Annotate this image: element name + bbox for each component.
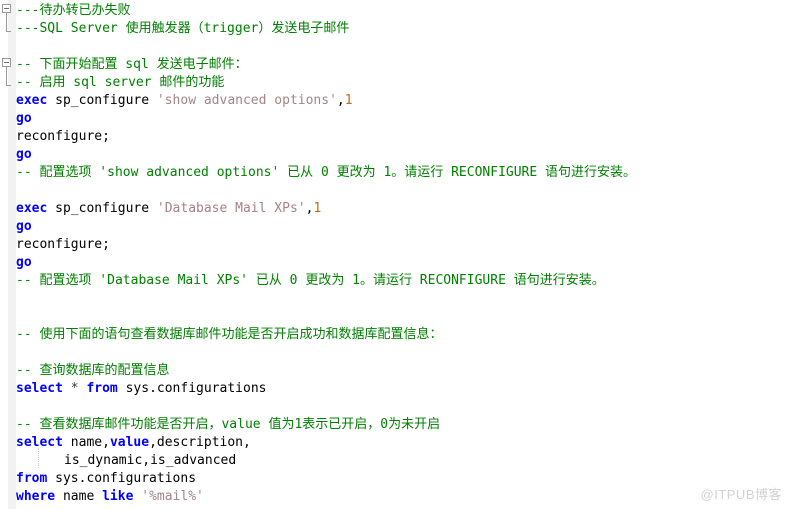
code-token: -- 下面开始配置 sql 发送电子邮件： [16,57,248,72]
code-token: go [16,147,32,162]
code-token: sp_configure [47,93,157,108]
fold-collapse-icon[interactable] [2,4,11,13]
code-token: go [16,219,32,234]
code-token: 1 [313,201,322,216]
indicator-margin-strip [8,0,16,509]
fold-collapse-icon[interactable] [2,58,11,67]
code-line[interactable]: where name like '%mail%' [16,488,204,506]
code-token: go [16,111,32,126]
fold-region-line [6,67,7,85]
code-line[interactable]: ---SQL Server 使用触发器（trigger）发送电子邮件 [16,20,349,38]
code-token: -- 配置选项 'show advanced options' 已从 0 更改为… [16,165,637,180]
code-line[interactable]: -- 使用下面的语句查看数据库邮件功能是否开启成功和数据库配置信息： [16,326,442,344]
code-line[interactable]: is_dynamic,is_advanced [64,452,236,470]
code-line[interactable]: exec sp_configure 'show advanced options… [16,92,353,110]
fold-region-end-marker [6,85,11,86]
code-token: from [16,471,48,486]
indent-guide [38,448,40,468]
code-token: -- 使用下面的语句查看数据库邮件功能是否开启成功和数据库配置信息： [16,327,443,342]
code-token: reconfigure; [16,237,110,252]
code-line[interactable] [16,398,24,416]
code-line[interactable]: from sys.configurations [16,470,196,488]
code-token: -- 配置选项 'Database Mail XPs' 已从 0 更改为 1。请… [16,273,605,288]
sql-query-editor[interactable]: ---待办转已办失败 ---SQL Server 使用触发器（trigger）发送… [0,0,794,509]
code-token: -- 查看数据库邮件功能是否开启，value 值为1表示已开启，0为未开启 [16,417,441,432]
code-token: sys.configurations [47,471,197,486]
code-content-area[interactable]: ---待办转已办失败 ---SQL Server 使用触发器（trigger）发送… [16,0,794,509]
code-token: -- 启用 sql server 邮件的功能 [16,75,225,90]
code-line[interactable]: go [16,146,32,164]
fold-region-end-marker [6,31,11,32]
code-token: name [55,489,103,504]
code-token: go [16,255,32,270]
code-token: 'Database Mail XPs' [156,201,306,216]
code-line[interactable] [16,344,24,362]
code-token: like [102,489,134,504]
editor-gutter [0,0,16,509]
code-line[interactable]: -- 下面开始配置 sql 发送电子邮件： [16,56,248,74]
watermark: @ITPUB博客 [700,487,782,502]
code-line[interactable] [16,182,24,200]
code-line[interactable] [16,308,24,326]
code-token: exec [16,201,48,216]
code-line[interactable]: go [16,110,32,128]
code-token: ,description, [149,435,251,450]
code-line[interactable]: reconfigure; [16,128,110,146]
code-line[interactable]: go [16,218,32,236]
code-token: where [16,489,56,504]
code-token: select [16,381,63,396]
code-line[interactable]: ---待办转已办失败 [16,2,130,20]
code-line[interactable]: -- 查询数据库的配置信息 [16,362,169,380]
code-token: , [336,93,345,108]
code-line[interactable]: -- 配置选项 'show advanced options' 已从 0 更改为… [16,164,636,182]
code-line[interactable] [16,290,24,308]
code-line[interactable]: select name,value,description, [16,434,251,452]
code-line[interactable]: -- 启用 sql server 邮件的功能 [16,74,224,92]
code-token: is_dynamic,is_advanced [64,453,237,468]
code-line[interactable]: exec sp_configure 'Database Mail XPs',1 [16,200,321,218]
code-line[interactable]: -- 查看数据库邮件功能是否开启，value 值为1表示已开启，0为未开启 [16,416,440,434]
code-token: -- 查询数据库的配置信息 [16,363,170,378]
code-token: ---SQL Server 使用触发器（trigger）发送电子邮件 [16,21,350,36]
code-token: sp_configure [47,201,157,216]
code-line[interactable]: select * from sys.configurations [16,380,266,398]
code-token: exec [16,93,48,108]
code-line[interactable] [16,38,24,56]
fold-region-line [6,13,7,31]
code-token: ---待办转已办失败 [16,3,131,18]
code-token: '%mail%' [141,489,204,504]
code-token: name, [62,435,110,450]
code-line[interactable]: reconfigure; [16,236,110,254]
code-token: * [62,381,87,396]
code-line[interactable]: go [16,254,32,272]
code-token: 'show advanced options' [156,93,337,108]
code-token: value [109,435,150,450]
code-token: sys.configurations [117,381,267,396]
code-token: 1 [344,93,353,108]
code-token: from [86,381,118,396]
code-line[interactable]: -- 配置选项 'Database Mail XPs' 已从 0 更改为 1。请… [16,272,605,290]
code-token: reconfigure; [16,129,110,144]
